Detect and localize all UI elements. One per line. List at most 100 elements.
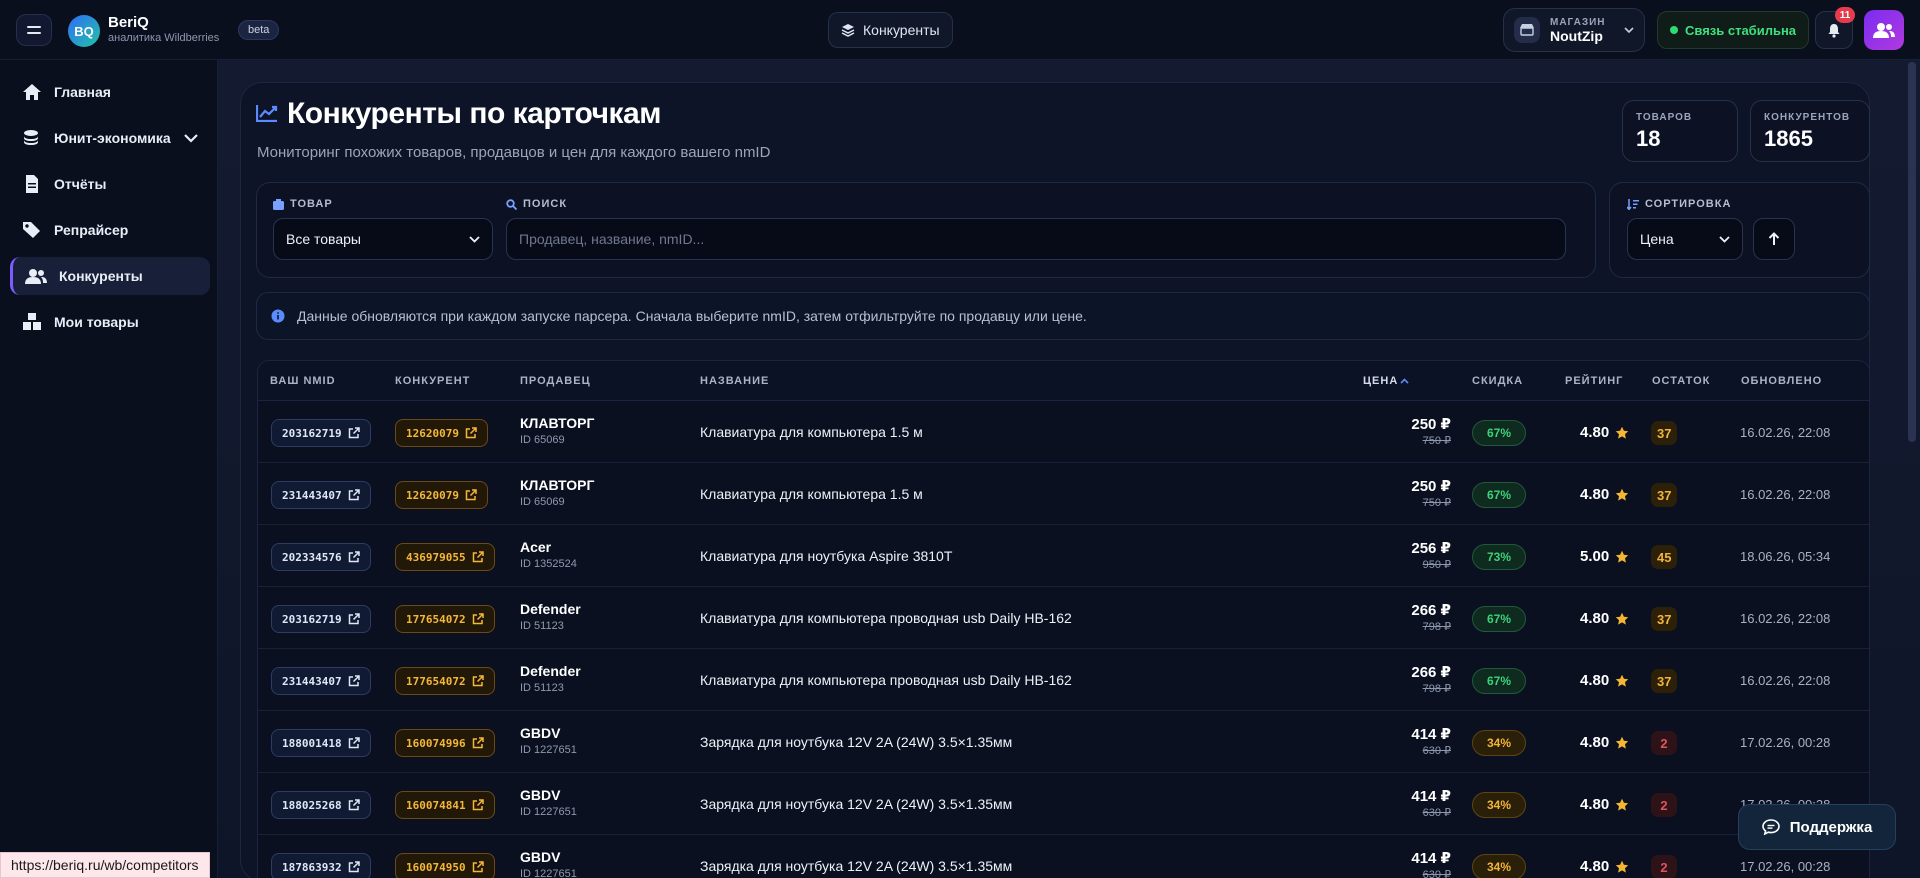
search-label-text: ПОИСК [523,198,568,210]
seller-name: Defender [520,663,581,679]
my-nmid-link[interactable]: 203162719 [271,605,371,633]
chevron-down-icon[interactable] [184,133,198,143]
seller-id: ID 1352524 [520,558,577,570]
search-label: ПОИСК [506,198,567,210]
price-current: 266 ₽ [1411,664,1451,681]
coins-icon [24,130,38,145]
breadcrumb[interactable]: Конкуренты [828,12,953,48]
my-nmid-link[interactable]: 188025268 [271,791,371,819]
search-input[interactable]: Продавец, название, nmID... [506,218,1566,260]
sidebar-item-repricer[interactable]: Репрайсер [10,211,210,249]
store-selector[interactable]: МАГАЗИН NoutZip [1503,8,1645,52]
sort-select[interactable]: Цена [1627,218,1743,260]
rating-value: 4.80 [1580,672,1610,689]
stock-badge: 45 [1651,545,1678,569]
logo[interactable]: BQ [68,15,100,47]
price-current: 414 ₽ [1411,726,1451,743]
sidebar-item-home[interactable]: Главная [10,73,210,111]
sort-direction-button[interactable] [1753,218,1795,260]
arrow-up-icon [1768,232,1780,245]
support-button[interactable]: Поддержка [1738,804,1896,850]
competitor-nmid-link[interactable]: 177654072 [395,667,495,695]
competitor-nmid: 12620079 [406,488,459,502]
competitor-nmid-link[interactable]: 436979055 [395,543,495,571]
product-name: Клавиатура для компьютера 1.5 м [700,424,923,440]
search-placeholder: Продавец, название, nmID... [519,231,705,247]
discount-badge: 34% [1472,854,1526,878]
my-nmid: 231443407 [282,488,342,502]
competitor-nmid-link[interactable]: 160074841 [395,791,495,819]
column-name[interactable]: НАЗВАНИЕ [700,375,769,387]
support-label: Поддержка [1789,818,1873,836]
price-old: 950 ₽ [1422,559,1451,571]
menu-button[interactable] [16,14,52,46]
column-my-nmid[interactable]: ВАШ NMID [270,375,336,387]
stock-badge: 2 [1651,731,1677,755]
competitor-nmid-link[interactable]: 160074950 [395,853,495,878]
column-discount[interactable]: СКИДКА [1472,375,1523,387]
price-current: 414 ₽ [1411,788,1451,805]
seller-cell: GBDV ID 1227651 [520,849,577,878]
column-competitor[interactable]: КОНКУРЕНТ [395,375,470,387]
my-nmid-link[interactable]: 231443407 [271,667,371,695]
table-row[interactable]: 188001418 160074996 GBDV ID 1227651 Зарядка … [258,712,1869,773]
competitors-table: ВАШ NMID КОНКУРЕНТ ПРОДАВЕЦ НАЗВАНИЕ ЦЕН… [257,360,1870,878]
product-name: Клавиатура для ноутбука Aspire 3810T [700,548,953,564]
competitor-nmid-link[interactable]: 160074996 [395,729,495,757]
my-nmid-link[interactable]: 202334576 [271,543,371,571]
price-current: 250 ₽ [1411,478,1451,495]
column-rating[interactable]: РЕЙТИНГ [1565,375,1623,387]
bell-icon [1828,23,1840,38]
seller-id: ID 65069 [520,434,565,446]
avatar[interactable] [1864,10,1904,50]
stock-badge: 37 [1651,483,1678,507]
competitor-nmid-link[interactable]: 12620079 [395,481,488,509]
table-row[interactable]: 203162719 12620079 КЛАВТОРГ ID 65069 Клавиат… [258,402,1869,463]
competitor-nmid-link[interactable]: 12620079 [395,419,488,447]
my-nmid: 203162719 [282,426,342,440]
my-nmid-link[interactable]: 203162719 [271,419,371,447]
sidebar-item-competitors[interactable]: Конкуренты [10,257,210,295]
table-row[interactable]: 202334576 436979055 Acer ID 1352524 Клавиату… [258,526,1869,587]
my-nmid-link[interactable]: 187863932 [271,853,371,878]
stat-label: ТОВАРОВ [1636,112,1693,123]
competitor-nmid: 160074996 [406,736,466,750]
star-icon [1616,550,1629,563]
seller-name: КЛАВТОРГ [520,415,595,431]
external-link-icon [472,861,484,873]
column-stock[interactable]: ОСТАТОК [1652,375,1710,387]
column-price[interactable]: ЦЕНА [1363,375,1409,387]
seller-cell: GBDV ID 1227651 [520,787,577,818]
seller-name: КЛАВТОРГ [520,477,595,493]
table-row[interactable]: 188025268 160074841 GBDV ID 1227651 Зарядка … [258,774,1869,835]
price-old: 798 ₽ [1422,683,1451,695]
rating-value: 5.00 [1580,548,1610,565]
my-nmid-link[interactable]: 231443407 [271,481,371,509]
table-row[interactable]: 231443407 12620079 КЛАВТОРГ ID 65069 Клавиат… [258,464,1869,525]
stat-label: КОНКУРЕНТОВ [1764,112,1851,123]
column-updated[interactable]: ОБНОВЛЕНО [1741,375,1822,387]
table-row[interactable]: 187863932 160074950 GBDV ID 1227651 Зарядка … [258,836,1869,878]
sidebar-item-my-products[interactable]: Мои товары [10,303,210,341]
table-row[interactable]: 203162719 177654072 Defender ID 51123 Клавиа… [258,588,1869,649]
sidebar-item-reports[interactable]: Отчёты [10,165,210,203]
seller-name: GBDV [520,725,561,741]
sort-label: СОРТИРОВКА [1627,198,1731,210]
column-seller[interactable]: ПРОДАВЕЦ [520,375,591,387]
product-select[interactable]: Все товары [273,218,493,260]
price-old: 630 ₽ [1422,745,1451,757]
table-row[interactable]: 231443407 177654072 Defender ID 51123 Клавиа… [258,650,1869,711]
stat-value: 1865 [1764,126,1813,151]
chevron-down-icon [469,235,480,243]
stat-competitors: КОНКУРЕНТОВ 1865 [1750,100,1870,162]
rating-cell: 4.80 [1580,672,1629,689]
price-current: 250 ₽ [1411,416,1451,433]
my-nmid: 187863932 [282,860,342,874]
scrollbar[interactable] [1908,62,1916,442]
competitor-nmid-link[interactable]: 177654072 [395,605,495,633]
my-nmid-link[interactable]: 188001418 [271,729,371,757]
sidebar-item-unit-economics[interactable]: Юнит-экономика [10,119,210,157]
stock-badge: 37 [1651,607,1678,631]
seller-name: Defender [520,601,581,617]
page-title: Конкуренты по карточкам [287,97,661,130]
